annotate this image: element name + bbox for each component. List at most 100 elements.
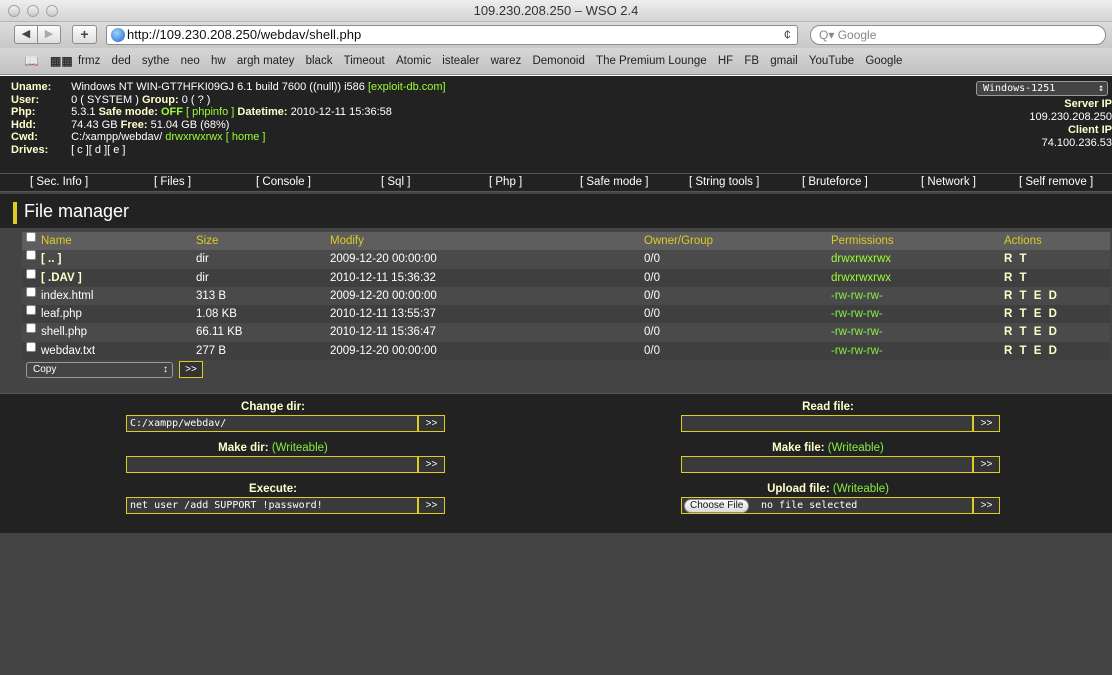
menu-network[interactable]: [ Network ]	[921, 174, 976, 191]
read-file-input[interactable]	[681, 415, 973, 432]
bookmark-item[interactable]: The Premium Lounge	[596, 48, 707, 75]
grid-icon[interactable]: ▦▦	[50, 48, 73, 75]
file-permissions[interactable]: drwxrwxrwx	[831, 269, 891, 287]
bookmark-item[interactable]: neo	[181, 48, 200, 75]
menu-php[interactable]: [ Php ]	[489, 174, 522, 191]
row-checkbox[interactable]	[26, 341, 36, 352]
file-actions[interactable]: R T	[1004, 250, 1029, 268]
globe-icon	[111, 28, 125, 42]
bookmark-item[interactable]: sythe	[142, 48, 170, 75]
drive-link-c[interactable]: [ c ]	[71, 144, 89, 156]
close-window-button[interactable]	[8, 5, 20, 17]
forward-button[interactable]: ▶	[37, 25, 61, 44]
file-actions[interactable]: R T E D	[1004, 323, 1059, 341]
make-file-input[interactable]	[681, 456, 973, 473]
file-name[interactable]: webdav.txt	[41, 342, 95, 360]
file-permissions[interactable]: -rw-rw-rw-	[831, 342, 883, 360]
column-header-modify[interactable]: Modify	[330, 232, 364, 250]
row-checkbox[interactable]	[26, 323, 36, 334]
file-name[interactable]: [ .DAV ]	[41, 269, 82, 287]
make-dir-input[interactable]	[126, 456, 418, 473]
exploit-db-link[interactable]: [exploit-db.com]	[368, 81, 446, 93]
add-bookmark-button[interactable]: +	[72, 25, 97, 44]
file-permissions[interactable]: -rw-rw-rw-	[831, 287, 883, 305]
bookmark-item[interactable]: hw	[211, 48, 226, 75]
bookmark-item[interactable]: Google	[865, 48, 902, 75]
file-permissions[interactable]: -rw-rw-rw-	[831, 305, 883, 323]
home-link[interactable]: [ home ]	[226, 131, 266, 143]
menu-sec-info[interactable]: [ Sec. Info ]	[30, 174, 88, 191]
hdd-label: Hdd:	[11, 118, 37, 131]
bookmark-item[interactable]: ded	[112, 48, 131, 75]
group-value: 0 ( ? )	[181, 93, 211, 106]
url-text: http://109.230.208.250/webdav/shell.php	[127, 27, 362, 42]
bookmark-item[interactable]: Demonoid	[532, 48, 584, 75]
column-header-owner[interactable]: Owner/Group	[644, 232, 713, 250]
open-book-icon[interactable]: 📖	[24, 48, 39, 75]
execute-input[interactable]: net user /add SUPPORT !password!	[126, 497, 418, 514]
bookmark-item[interactable]: argh matey	[237, 48, 295, 75]
file-permissions[interactable]: -rw-rw-rw-	[831, 323, 883, 341]
make-dir-label: Make dir: (Writeable)	[218, 442, 328, 454]
select-all-checkbox[interactable]	[26, 232, 36, 242]
read-file-submit-button[interactable]: >>	[973, 415, 1000, 432]
choose-file-button[interactable]: Choose File	[684, 499, 750, 513]
column-header-permissions[interactable]: Permissions	[831, 232, 894, 250]
reload-icon[interactable]: ¢	[784, 26, 791, 44]
menu-self-remove[interactable]: [ Self remove ]	[1019, 174, 1093, 191]
file-name[interactable]: [ .. ]	[41, 250, 61, 268]
back-button[interactable]: ◀	[14, 25, 38, 44]
file-actions[interactable]: R T E D	[1004, 287, 1059, 305]
file-name[interactable]: shell.php	[41, 323, 87, 341]
zoom-window-button[interactable]	[46, 5, 58, 17]
row-checkbox[interactable]	[26, 250, 36, 261]
column-header-name[interactable]: Name	[41, 232, 72, 250]
upload-file-submit-button[interactable]: >>	[973, 497, 1000, 514]
row-checkbox[interactable]	[26, 305, 36, 316]
file-owner: 0/0	[644, 344, 660, 357]
bookmark-item[interactable]: gmail	[770, 48, 797, 75]
bookmark-item[interactable]: black	[306, 48, 333, 75]
menu-safe-mode[interactable]: [ Safe mode ]	[580, 174, 648, 191]
row-checkbox[interactable]	[26, 268, 36, 279]
file-name[interactable]: leaf.php	[41, 305, 82, 323]
make-file-submit-button[interactable]: >>	[973, 456, 1000, 473]
menu-bruteforce[interactable]: [ Bruteforce ]	[802, 174, 868, 191]
minimize-window-button[interactable]	[27, 5, 39, 17]
bookmark-item[interactable]: Atomic	[396, 48, 431, 75]
file-table: Name Size Modify Owner/Group Permissions…	[22, 232, 1110, 361]
url-field[interactable]: http://109.230.208.250/webdav/shell.php …	[106, 25, 798, 45]
column-header-size[interactable]: Size	[196, 232, 218, 250]
phpinfo-link[interactable]: [ phpinfo ]	[186, 106, 234, 118]
menu-sql[interactable]: [ Sql ]	[381, 174, 410, 191]
make-dir-submit-button[interactable]: >>	[418, 456, 445, 473]
file-actions[interactable]: R T	[1004, 269, 1029, 287]
bookmark-item[interactable]: Timeout	[344, 48, 385, 75]
bulk-action-submit-button[interactable]: >>	[179, 361, 203, 378]
menu-console[interactable]: [ Console ]	[256, 174, 311, 191]
bookmark-item[interactable]: HF	[718, 48, 733, 75]
file-actions[interactable]: R T E D	[1004, 342, 1059, 360]
change-dir-submit-button[interactable]: >>	[418, 415, 445, 432]
search-field[interactable]: Q▾ Google	[810, 25, 1106, 45]
bookmark-item[interactable]: YouTube	[809, 48, 854, 75]
file-name[interactable]: index.html	[41, 287, 93, 305]
bookmark-item[interactable]: frmz	[78, 48, 100, 75]
drive-link-e[interactable]: [ e ]	[107, 144, 125, 156]
charset-select[interactable]: Windows-1251 ↕	[976, 81, 1108, 96]
file-actions[interactable]: R T E D	[1004, 305, 1059, 323]
bookmark-item[interactable]: warez	[491, 48, 522, 75]
execute-submit-button[interactable]: >>	[418, 497, 445, 514]
bulk-action-select[interactable]: Copy ↕	[26, 362, 173, 378]
row-checkbox[interactable]	[26, 286, 36, 297]
server-ip-label: Server IP	[1064, 98, 1112, 110]
bookmark-item[interactable]: FB	[744, 48, 759, 75]
bookmark-item[interactable]: istealer	[442, 48, 479, 75]
menu-string-tools[interactable]: [ String tools ]	[689, 174, 759, 191]
cwd-path[interactable]: C:/xampp/webdav/	[71, 131, 162, 143]
menu-files[interactable]: [ Files ]	[154, 174, 191, 191]
file-modified: 2010-12-11 13:55:37	[330, 308, 436, 321]
change-dir-input[interactable]: C:/xampp/webdav/	[126, 415, 418, 432]
drive-link-d[interactable]: [ d ]	[89, 144, 107, 156]
file-permissions[interactable]: drwxrwxrwx	[831, 250, 891, 268]
